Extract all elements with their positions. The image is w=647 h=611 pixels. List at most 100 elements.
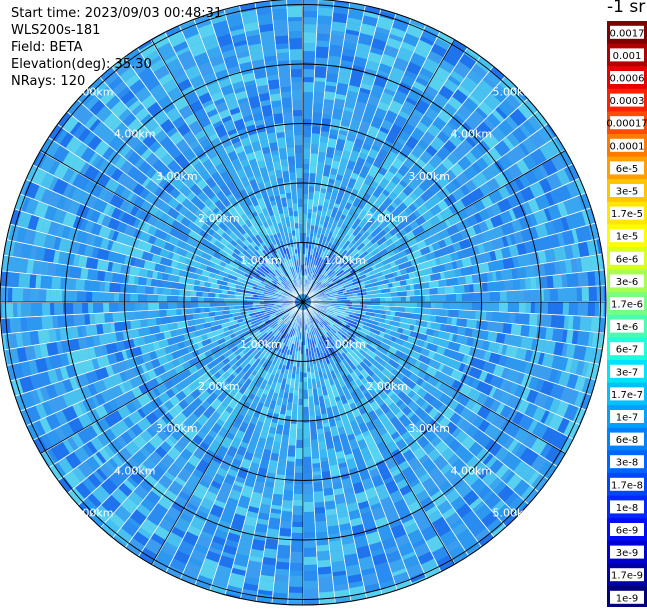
range-gate-cell	[520, 279, 526, 290]
range-gate-cell	[303, 199, 308, 204]
range-gate-cell	[278, 545, 291, 553]
range-gate-cell	[191, 297, 198, 302]
range-gate-cell	[252, 539, 266, 551]
range-gate-cell	[296, 440, 303, 448]
range-gate-cell	[6, 303, 13, 317]
range-gate-cell	[307, 368, 311, 372]
range-gate-cell	[304, 548, 316, 557]
range-gate-cell	[487, 282, 496, 292]
range-gate-cell	[451, 318, 457, 326]
range-gate-cell	[551, 315, 558, 328]
range-gate-cell	[332, 22, 347, 33]
range-gate-cell	[350, 299, 358, 302]
range-gate-cell	[259, 580, 274, 592]
range-gate-cell	[285, 470, 294, 476]
range-gate-cell	[135, 311, 144, 320]
range-gate-cell	[114, 321, 126, 331]
range-gate-cell	[291, 77, 302, 82]
range-gate-cell	[303, 137, 311, 142]
range-gate-cell	[140, 319, 148, 328]
range-gate-cell	[304, 494, 314, 502]
range-gate-cell	[319, 449, 327, 458]
range-gate-cell	[519, 302, 526, 313]
range-gate-cell	[304, 439, 311, 447]
range-gate-cell	[320, 131, 329, 137]
range-gate-cell	[315, 66, 327, 78]
range-gate-cell	[20, 318, 27, 332]
range-gate-cell	[132, 285, 137, 294]
range-gate-cell	[313, 112, 322, 117]
range-gate-cell	[385, 297, 392, 301]
range-gate-cell	[486, 312, 493, 322]
range-gate-cell	[313, 92, 324, 104]
range-gate-cell	[581, 256, 593, 271]
range-gate-cell	[285, 129, 294, 138]
range-gate-cell	[567, 273, 579, 287]
range-gate-cell	[435, 302, 443, 309]
range-gate-cell	[457, 276, 466, 285]
range-gate-cell	[311, 449, 319, 459]
range-gate-cell	[295, 459, 303, 466]
range-gate-cell	[299, 220, 303, 224]
range-gate-cell	[391, 292, 398, 297]
range-gate-cell	[291, 537, 303, 546]
range-gate-cell	[265, 538, 278, 549]
range-gate-cell	[303, 407, 309, 415]
range-gate-cell	[489, 302, 499, 312]
range-gate-cell	[295, 153, 302, 163]
range-gate-cell	[312, 463, 320, 468]
range-gate-cell	[297, 416, 303, 423]
range-gate-cell	[47, 263, 57, 276]
range-gate-cell	[297, 183, 303, 188]
range-gate-cell	[569, 302, 578, 315]
range-gate-cell	[316, 46, 329, 58]
range-gate-cell	[304, 502, 314, 512]
range-gate-cell	[127, 284, 133, 293]
range-gate-cell	[304, 512, 315, 523]
range-gate-cell	[344, 553, 359, 566]
range-gate-cell	[82, 303, 88, 314]
range-gate-cell	[446, 317, 452, 325]
range-gate-cell	[311, 133, 320, 145]
range-gate-cell	[303, 69, 314, 77]
range-gate-cell	[315, 507, 326, 514]
range-gate-cell	[247, 560, 262, 573]
range-gate-cell	[89, 280, 100, 291]
range-gate-cell	[297, 423, 303, 429]
range-gate-cell	[277, 52, 290, 61]
range-gate-cell	[299, 224, 303, 233]
range-gate-cell	[323, 488, 333, 496]
range-gate-cell	[273, 484, 283, 495]
range-gate-cell	[299, 389, 303, 393]
range-gate-cell	[80, 268, 88, 280]
range-gate-cell	[450, 302, 461, 310]
range-gate-cell	[294, 135, 302, 141]
range-gate-cell	[303, 17, 317, 24]
range-gate-cell	[159, 310, 167, 317]
range-gate-cell	[573, 316, 581, 330]
range-gate-cell	[282, 500, 292, 508]
range-gate-cell	[292, 522, 303, 527]
range-gate-cell	[293, 506, 303, 515]
range-gate-cell	[89, 314, 95, 325]
range-gate-cell	[552, 328, 564, 342]
range-gate-cell	[217, 306, 224, 311]
range-gate-cell	[312, 467, 320, 472]
range-gate-cell	[324, 91, 335, 100]
range-gate-cell	[293, 211, 298, 216]
range-gate-cell	[358, 299, 365, 302]
range-gate-cell	[213, 307, 217, 312]
range-gate-cell	[406, 285, 411, 291]
range-gate-cell	[224, 306, 229, 310]
range-gate-cell	[317, 428, 324, 435]
range-gate-cell	[308, 209, 313, 213]
range-gate-cell	[294, 484, 303, 494]
range-gate-cell	[309, 407, 315, 415]
range-gate-cell	[239, 302, 243, 305]
range-gate-cell	[298, 399, 303, 405]
range-gate-cell	[300, 247, 303, 256]
range-gate-cell	[292, 90, 302, 100]
range-gate-cell	[288, 17, 302, 21]
range-gate-cell	[318, 15, 332, 24]
range-gate-cell	[295, 466, 303, 473]
